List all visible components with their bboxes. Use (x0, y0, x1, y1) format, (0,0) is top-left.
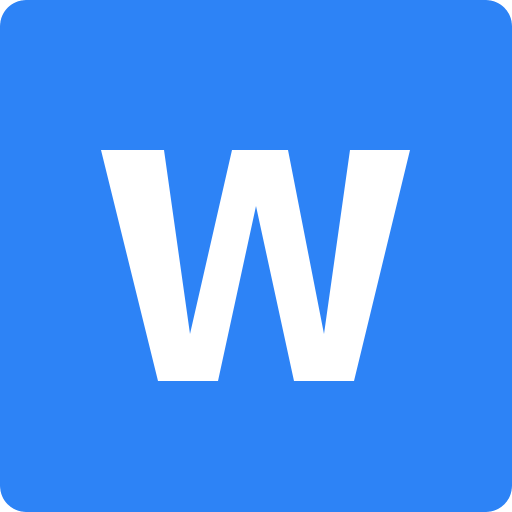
icon-background (0, 0, 512, 512)
w-app-icon (0, 0, 512, 512)
w-app-icon-svg (0, 0, 512, 512)
